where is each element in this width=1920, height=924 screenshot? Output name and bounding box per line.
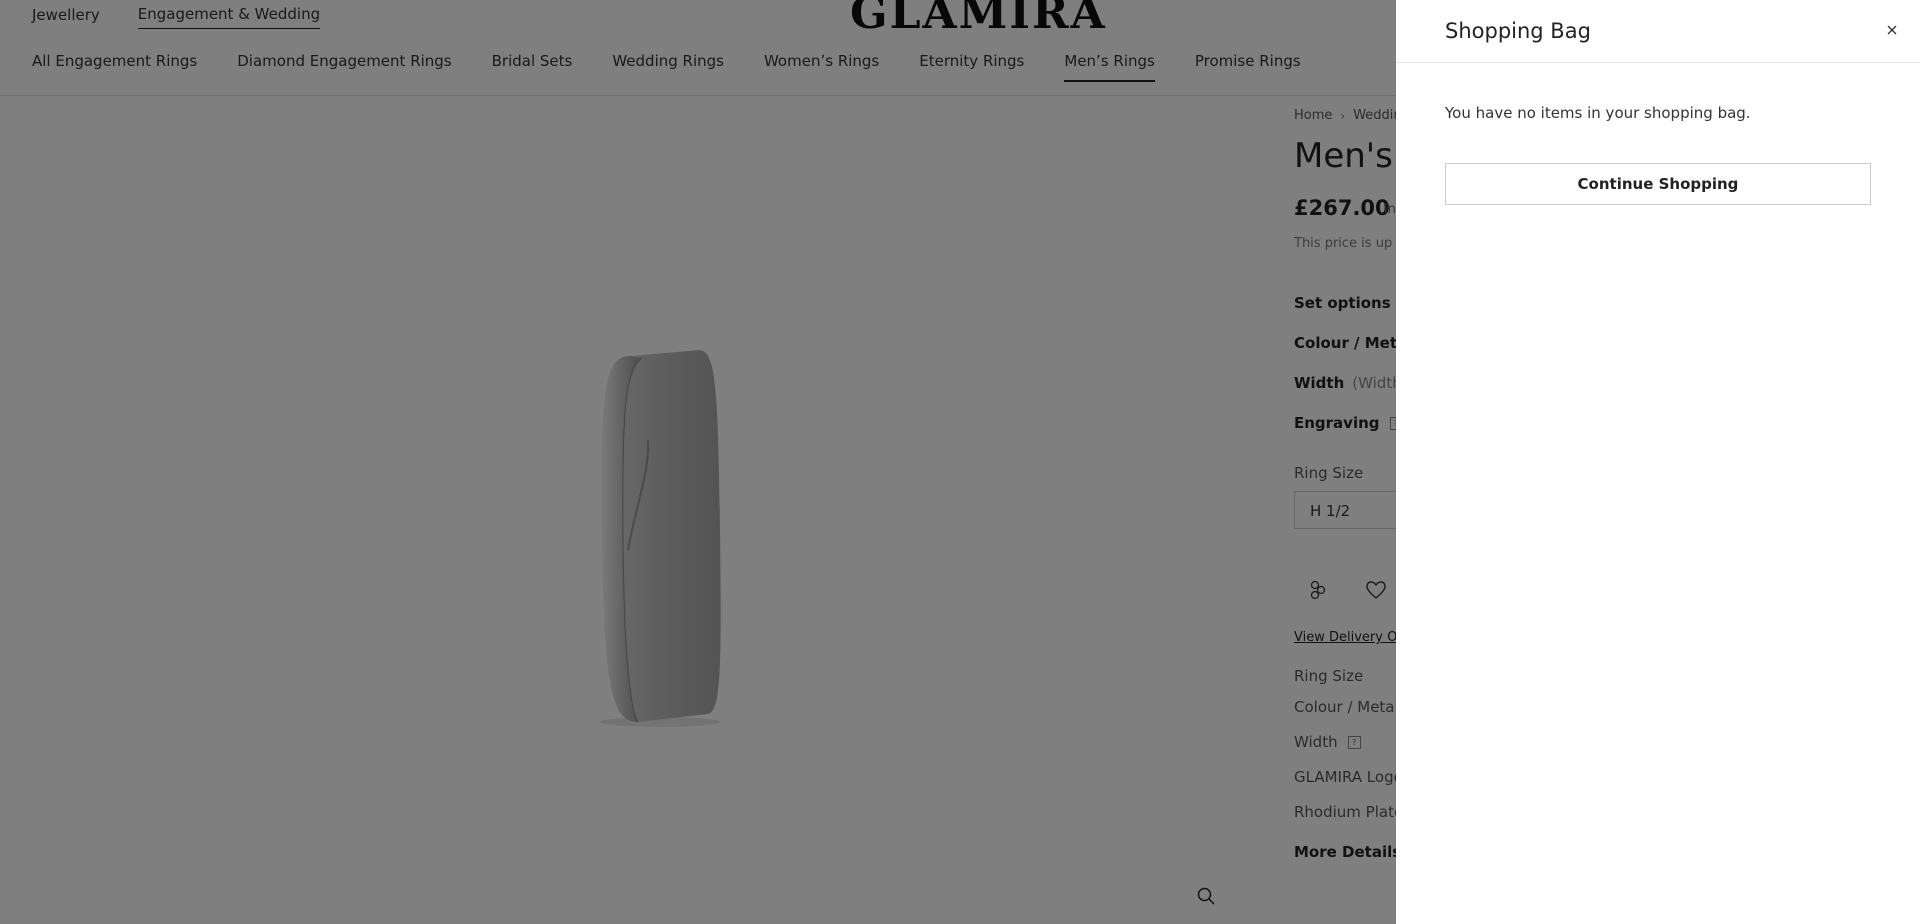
empty-bag-message: You have no items in your shopping bag.: [1445, 104, 1751, 122]
shopping-bag-drawer: Shopping Bag You have no items in your s…: [1396, 0, 1920, 924]
close-icon[interactable]: [1884, 22, 1900, 38]
continue-shopping-button[interactable]: Continue Shopping: [1445, 163, 1871, 205]
drawer-header: Shopping Bag: [1396, 0, 1920, 63]
drawer-title: Shopping Bag: [1445, 19, 1591, 43]
